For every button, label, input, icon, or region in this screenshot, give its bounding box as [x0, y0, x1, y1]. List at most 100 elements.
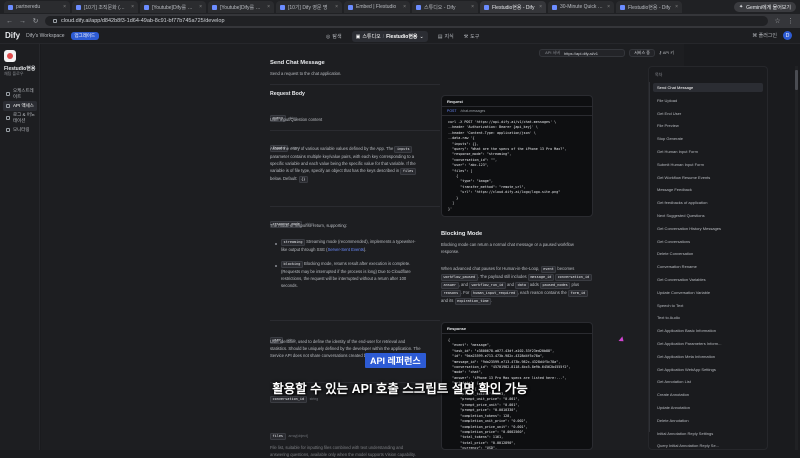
close-icon[interactable]: × — [267, 4, 270, 10]
toc-item[interactable]: Stop Generate — [653, 134, 763, 143]
toc-item[interactable]: Update Annotation — [653, 403, 763, 412]
menu-icon[interactable]: ⋮ — [787, 17, 794, 25]
service-status-button[interactable]: 서비스 중 — [629, 49, 655, 57]
scrollbar-thumb[interactable] — [795, 70, 798, 90]
browser-tab[interactable]: [Youtube]Dify를 활용한× — [140, 1, 206, 13]
browser-tab[interactable]: Flestudio현용 - Dify × — [480, 1, 546, 13]
api-key-button[interactable]: ⚷ API 키 — [659, 50, 674, 56]
dify-logo[interactable]: Dify — [5, 31, 20, 40]
workspace-selector[interactable]: Dify's Workspace — [26, 33, 64, 39]
slash-separator: / — [382, 33, 385, 40]
reload-icon[interactable]: ↻ — [32, 17, 39, 25]
api-key-label: API 키 — [662, 50, 674, 55]
close-icon[interactable]: × — [199, 4, 202, 10]
toc-item[interactable]: Submit Human Input Form — [653, 160, 763, 169]
toc-item[interactable]: Delete Conversation — [653, 249, 763, 258]
close-icon[interactable]: × — [403, 4, 406, 10]
sidebar-item-label: 모니터링 — [13, 127, 30, 132]
right-nav: ⌘ 플러그인 D — [752, 31, 792, 40]
desc-text: . — [491, 298, 493, 303]
toc-item[interactable]: Update Conversation Variable — [653, 288, 763, 297]
sidebar-item-logs[interactable]: 로그 & 어노테이션 — [3, 112, 37, 123]
toc-item[interactable]: Get Conversations — [653, 237, 763, 246]
toc-item[interactable]: Get feedbacks of application — [653, 198, 763, 207]
toc-item[interactable]: Get Workflow Resume Events — [653, 173, 763, 182]
toc-item[interactable]: Send Chat Message — [653, 83, 763, 92]
toc-item[interactable]: Initial Annotation Reply Settings — [653, 429, 763, 438]
browser-tab[interactable]: partneredu × — [4, 1, 70, 13]
book-icon: ▤ — [437, 33, 443, 40]
divider — [270, 130, 440, 131]
sparkle-icon: ✦ — [738, 4, 744, 10]
toc-item[interactable]: Text to Audio — [653, 313, 763, 322]
close-icon[interactable]: × — [471, 4, 474, 10]
toc-item[interactable]: Message Feedback — [653, 185, 763, 194]
browser-tab[interactable]: [Youtube]Dify를 활용한× — [208, 1, 274, 13]
inline-code: files — [400, 168, 416, 176]
toc-item[interactable]: Get Application WebApp Settings — [653, 365, 763, 374]
app-type: 채팅 플로우 — [4, 71, 24, 76]
nav-studio[interactable]: ▣ 스튜디오 / Flestudio현용 ⌄ — [351, 31, 428, 42]
star-icon[interactable]: ☆ — [774, 17, 781, 25]
gemini-button[interactable]: ✦ Gemini에게 물어보기 — [733, 2, 796, 12]
browser-tab[interactable]: [10기] Dify 영문 명 × — [276, 1, 342, 13]
nav-tools[interactable]: ⚒ 도구 — [464, 33, 480, 41]
request-code[interactable]: curl -X POST 'https://api.dify.ai/v1/cha… — [442, 116, 592, 216]
tab-favicon-icon — [76, 4, 81, 10]
forward-icon[interactable]: → — [19, 18, 26, 25]
browser-tab-bar: partneredu × [10기] 조직문화 (Wel × [Youtube]Dify… — [0, 0, 800, 14]
sse-link[interactable]: Server-Sent Events — [328, 247, 364, 252]
tab-label: 스튜디오 - Dify — [424, 4, 456, 11]
toc-item[interactable]: Get Application Parameters Inform... — [653, 339, 763, 348]
toc-item[interactable]: Get Conversation Variables — [653, 275, 763, 284]
avatar[interactable]: D — [783, 31, 792, 40]
browser-tab[interactable]: Embed | Flestudio × — [344, 1, 410, 13]
blocking-mode-desc: Blocking mode can return a normal chat m… — [441, 242, 574, 255]
inline-code: {} — [298, 176, 308, 184]
close-icon[interactable]: × — [63, 4, 66, 10]
inline-code: inputs — [394, 146, 413, 153]
back-icon[interactable]: ← — [6, 18, 13, 25]
upgrade-button[interactable]: 업그레이드 — [70, 31, 100, 40]
sidebar-item-orchestrate[interactable]: 오케스트레이트 — [3, 88, 37, 99]
toc-item[interactable]: Next Suggested Questions — [653, 211, 763, 220]
toc-item[interactable]: Get Application Meta Information — [653, 352, 763, 361]
browser-tab[interactable]: Flestudio현용 - Dify × — [616, 1, 682, 13]
close-icon[interactable]: × — [131, 4, 134, 10]
browser-tab[interactable]: 스튜디오 - Dify × — [412, 1, 478, 13]
close-icon[interactable]: × — [539, 4, 542, 10]
close-icon[interactable]: × — [335, 4, 338, 10]
param-files: files array[object] — [270, 424, 440, 442]
toc-item[interactable]: File Upload — [653, 96, 763, 105]
desc-text: Allows the entry of various variable val… — [270, 146, 394, 151]
toc-item[interactable]: Speech to Text — [653, 301, 763, 310]
divider — [270, 84, 440, 85]
close-icon[interactable]: × — [675, 4, 678, 10]
sidebar-item-api-access[interactable]: API 액세스 — [3, 101, 37, 111]
url-field[interactable]: cloud.dify.ai/app/d842b8f3-1d64-49ab-8c9… — [45, 16, 768, 26]
api-header: API 서버 https://api.dify.ai/v1 서비스 중 ⚷ AP… — [539, 49, 674, 57]
browser-tab[interactable]: 30-Minute Quick Start -× — [548, 1, 614, 13]
close-icon[interactable]: × — [607, 4, 610, 10]
nav-tools-label: 도구 — [470, 34, 480, 40]
desc-text: When advanced chat pauses for Human-in-t… — [441, 266, 540, 271]
toc-item[interactable]: Get Conversation History Messages — [653, 224, 763, 233]
inline-code: blocking — [281, 261, 303, 268]
toc-item[interactable]: File Preview — [653, 121, 763, 130]
param-files-desc: File list, suitable for inputting files … — [270, 445, 416, 458]
browser-tab[interactable]: [10기] 조직문화 (Wel × — [72, 1, 138, 13]
api-server-url[interactable]: API 서버 https://api.dify.ai/v1 — [539, 49, 626, 57]
nav-explore[interactable]: ◎ 탐색 — [326, 33, 342, 41]
nav-knowledge[interactable]: ▤ 지식 — [437, 33, 454, 41]
toc-item[interactable]: Get Human Input Form — [653, 147, 763, 156]
toc-item[interactable]: Delete Annotation — [653, 416, 763, 425]
toc-item[interactable]: Get End User — [653, 109, 763, 118]
studio-icon: ▣ — [355, 33, 361, 40]
toc-item[interactable]: Query Initial Annotation Reply Se... — [653, 441, 763, 449]
toc-item[interactable]: Get Application Basic Information — [653, 326, 763, 335]
plugin-button[interactable]: ⌘ 플러그인 — [752, 32, 777, 39]
sidebar-item-monitoring[interactable]: 모니터링 — [3, 125, 37, 135]
toc-item[interactable]: Conversation Rename — [653, 262, 763, 271]
toc-heading: 목차 — [655, 72, 663, 77]
url-text: cloud.dify.ai/app/d842b8f3-1d64-49ab-8c9… — [61, 18, 225, 24]
